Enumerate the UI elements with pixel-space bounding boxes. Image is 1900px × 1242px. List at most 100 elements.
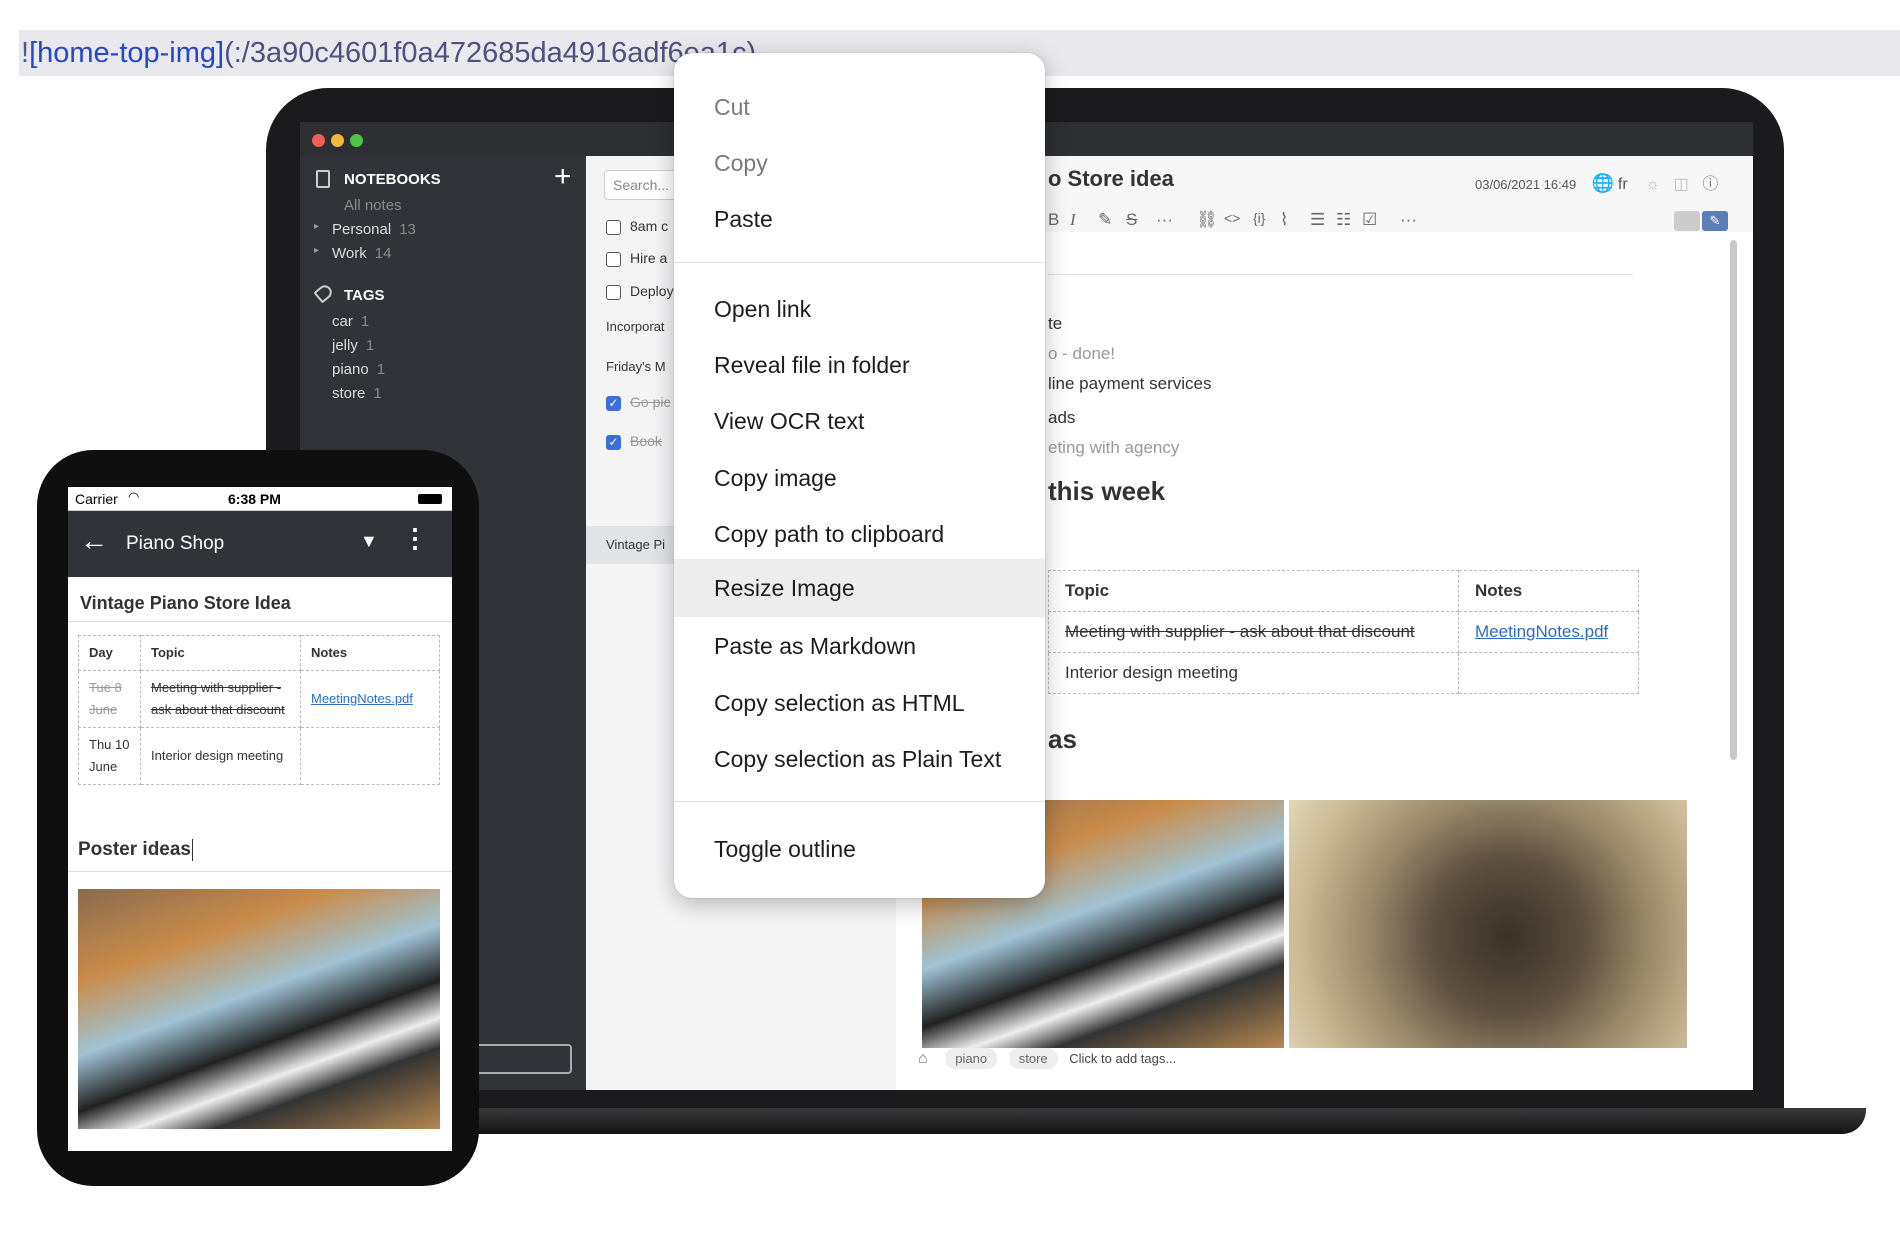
menu-item-toggle-outline[interactable]: Toggle outline (674, 825, 1045, 873)
back-arrow-icon[interactable]: ← (80, 525, 108, 557)
checklist-icon[interactable]: ☑ (1362, 210, 1377, 230)
note-heading[interactable]: as (1048, 724, 1077, 755)
globe-icon[interactable]: 🌐 (1592, 173, 1614, 193)
note-list-item[interactable]: Incorporat (606, 319, 676, 334)
tag-pill[interactable]: store (1008, 1048, 1058, 1069)
maximize-dot-icon[interactable] (350, 134, 363, 147)
table-header[interactable]: Notes (1458, 570, 1639, 612)
close-dot-icon[interactable] (312, 134, 325, 147)
language-label[interactable]: fr (1618, 176, 1628, 193)
editor-toolbar: B I ✎ S ··· ⛓ <> {i} ⌇ ☰ ☷ ☑ ··· ✎ (1048, 210, 1753, 242)
dropdown-arrow-icon[interactable]: ▼ (360, 531, 378, 552)
italic-icon[interactable]: I (1070, 210, 1076, 230)
add-tags-prompt[interactable]: Click to add tags... (1069, 1051, 1176, 1066)
menu-item-copy-path[interactable]: Copy path to clipboard (674, 510, 1045, 558)
note-text-line[interactable]: ads (1048, 408, 1075, 428)
md-alt-text[interactable]: [home-top-img] (29, 37, 224, 69)
add-notebook-icon[interactable]: + (554, 160, 572, 194)
note-list-item[interactable]: Vintage Pi (606, 537, 676, 552)
menu-item-copy-html[interactable]: Copy selection as HTML (674, 679, 1045, 727)
table-cell[interactable]: Interior design meeting (1048, 652, 1459, 694)
menu-item-copy-plain-text[interactable]: Copy selection as Plain Text (674, 735, 1045, 783)
markdown-mode-icon[interactable] (1674, 211, 1700, 231)
phone-heading[interactable]: Poster ideas (78, 839, 193, 861)
table-cell[interactable]: MeetingNotes.pdf (1458, 611, 1639, 653)
table-header[interactable]: Day (78, 635, 141, 671)
note-text-line[interactable]: eting with agency (1048, 438, 1179, 458)
turntable-photo-image[interactable] (1289, 800, 1687, 1048)
bold-icon[interactable]: B (1048, 210, 1059, 230)
note-text-line[interactable]: o - done! (1048, 344, 1115, 364)
chevron-right-icon[interactable]: ▸ (314, 221, 319, 232)
table-header[interactable]: Notes (300, 635, 440, 671)
sidebar-tag-car[interactable]: car 1 (332, 313, 369, 330)
code-icon[interactable]: <> (1224, 210, 1240, 226)
note-list-item[interactable]: 8am c (606, 218, 676, 235)
note-list-item[interactable]: Deploy (606, 283, 676, 300)
sidebar-tag-jelly[interactable]: jelly 1 (332, 337, 374, 354)
note-heading[interactable]: this week (1048, 476, 1165, 507)
checkbox[interactable] (606, 251, 621, 267)
menu-item-resize-image[interactable]: Resize Image (674, 559, 1045, 617)
table-cell[interactable] (1458, 652, 1639, 694)
checkbox[interactable] (606, 219, 621, 235)
overflow-menu-icon[interactable]: ⋮ (402, 525, 428, 551)
note-list-item[interactable]: ✓ Book (606, 433, 676, 450)
note-list-item[interactable]: ✓ Go pic (606, 394, 676, 411)
attachment-icon[interactable]: ⌇ (1280, 210, 1288, 230)
checkbox-checked[interactable]: ✓ (606, 434, 621, 450)
bullet-list-icon[interactable]: ☰ (1310, 210, 1325, 230)
rich-text-mode-icon[interactable]: ✎ (1702, 211, 1728, 231)
table-cell[interactable]: Meeting with supplier - ask about that d… (140, 670, 301, 728)
sidebar-item-work[interactable]: Work 14 (332, 245, 391, 262)
table-cell[interactable]: Interior design meeting (140, 727, 301, 785)
table-cell[interactable]: Meeting with supplier - ask about that d… (1048, 611, 1459, 653)
table-row: Interior design meeting (1048, 652, 1639, 694)
sidebar-tag-piano[interactable]: piano 1 (332, 361, 385, 378)
menu-item-copy-image[interactable]: Copy image (674, 454, 1045, 502)
sidebar-all-notes[interactable]: All notes (344, 197, 402, 214)
sidebar-tag-store[interactable]: store 1 (332, 385, 382, 402)
menu-item-copy[interactable]: Copy (674, 139, 1045, 187)
tag-pill[interactable]: piano (945, 1048, 998, 1069)
table-cell[interactable]: Thu 10 June (78, 727, 141, 785)
attachment-link[interactable]: MeetingNotes.pdf (1475, 622, 1608, 641)
link-icon[interactable]: ⛓ (1196, 210, 1218, 230)
minimize-dot-icon[interactable] (331, 134, 344, 147)
table-cell[interactable] (300, 727, 440, 785)
checkbox-checked[interactable]: ✓ (606, 395, 621, 411)
menu-item-paste[interactable]: Paste (674, 195, 1045, 243)
note-list-item[interactable]: Hire a (606, 250, 676, 267)
info-icon[interactable]: ⓘ (1702, 176, 1718, 193)
sidebar-item-personal[interactable]: Personal 13 (332, 221, 416, 238)
table-cell[interactable]: Tue 8 June (78, 670, 141, 728)
menu-item-paste-markdown[interactable]: Paste as Markdown (674, 622, 1045, 670)
attachment-link[interactable]: MeetingNotes.pdf (311, 691, 413, 706)
alarm-icon[interactable]: ☼ (1645, 176, 1660, 193)
highlight-icon[interactable]: ✎ (1098, 210, 1112, 230)
menu-item-cut[interactable]: Cut (674, 83, 1045, 131)
layout-icon[interactable]: ◫ (1674, 176, 1689, 193)
chevron-right-icon[interactable]: ▸ (314, 245, 319, 256)
more-icon[interactable]: ··· (1156, 210, 1173, 230)
phone-note-title[interactable]: Vintage Piano Store Idea (80, 593, 291, 614)
table-cell[interactable]: MeetingNotes.pdf (300, 670, 440, 728)
menu-item-reveal-file[interactable]: Reveal file in folder (674, 341, 1045, 389)
note-meta: 03/06/2021 16:49 🌐 fr ☼ ◫ ⓘ (1475, 170, 1718, 194)
menu-item-open-link[interactable]: Open link (674, 285, 1045, 333)
note-text-line[interactable]: line payment services (1048, 374, 1211, 394)
numbered-list-icon[interactable]: ☷ (1336, 210, 1351, 230)
piano-photo-image[interactable] (78, 889, 440, 1129)
note-list-item[interactable]: Friday's M (606, 359, 676, 374)
phone-title: Piano Shop (126, 533, 225, 554)
note-title[interactable]: o Store idea (1048, 166, 1174, 192)
note-text-line[interactable]: te (1048, 314, 1062, 334)
table-header[interactable]: Topic (140, 635, 301, 671)
strikethrough-icon[interactable]: S (1126, 210, 1137, 230)
menu-item-view-ocr[interactable]: View OCR text (674, 397, 1045, 445)
code-block-icon[interactable]: {i} (1253, 210, 1265, 226)
more-icon[interactable]: ··· (1400, 210, 1417, 230)
editor-scrollbar[interactable] (1730, 240, 1737, 760)
table-header[interactable]: Topic (1048, 570, 1459, 612)
checkbox[interactable] (606, 284, 621, 300)
